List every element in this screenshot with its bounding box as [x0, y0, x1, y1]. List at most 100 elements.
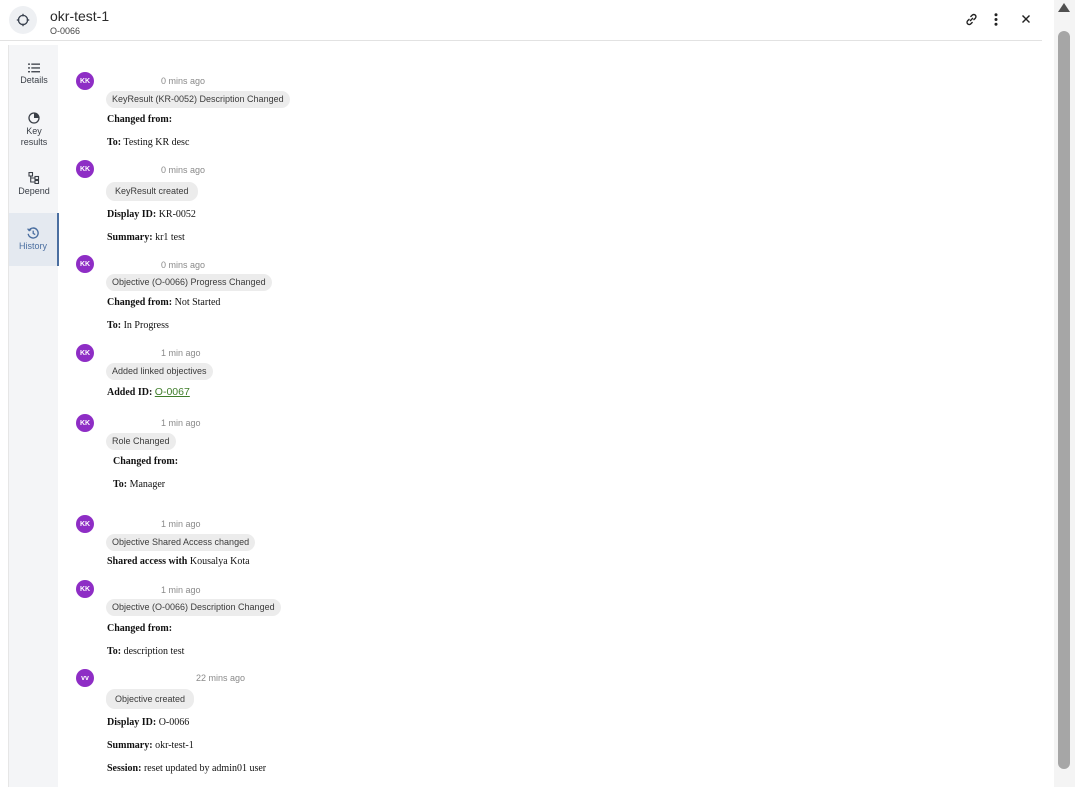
- detail-value: O-0066: [158, 717, 190, 728]
- sidebar-item-label: Depend: [18, 186, 50, 196]
- detail-value: Testing KR desc: [123, 137, 190, 148]
- detail-line: Session: reset updated by admin01 user: [107, 763, 266, 774]
- detail-label: Summary:: [107, 740, 153, 751]
- detail-value: reset updated by admin01 user: [143, 763, 267, 774]
- detail-line: Added ID: O-0067: [107, 386, 190, 398]
- detail-label: Summary:: [107, 232, 153, 243]
- object-id: O-0066: [50, 26, 81, 36]
- sidebar-item-label: History: [18, 241, 47, 251]
- detail-label: Session:: [107, 763, 142, 774]
- timestamp: 0 mins ago: [161, 165, 206, 175]
- event-tag: Objective (O-0066) Progress Changed: [106, 274, 272, 291]
- timestamp: 22 mins ago: [196, 673, 246, 683]
- avatar: KK: [76, 160, 94, 178]
- timestamp: 0 mins ago: [161, 260, 206, 270]
- avatar: KK: [76, 414, 94, 432]
- detail-label: Changed from:: [107, 114, 173, 125]
- history-icon: [27, 227, 39, 239]
- detail-line: To: In Progress: [107, 320, 169, 331]
- history-entry: KK 1 min ago Objective (O-0066) Descript…: [76, 580, 676, 660]
- detail-label: Display ID:: [107, 717, 157, 728]
- detail-value: KR-0052: [158, 209, 196, 220]
- detail-line: Changed from: Not Started: [107, 297, 220, 308]
- scroll-up-arrow-icon[interactable]: [1058, 3, 1070, 12]
- event-tag: Objective created: [106, 689, 195, 709]
- detail-label: Display ID:: [107, 209, 157, 220]
- detail-label: Changed from:: [107, 297, 173, 308]
- close-icon: [1022, 15, 1030, 23]
- detail-line: Changed from:: [113, 456, 178, 467]
- detail-label: To:: [113, 479, 128, 490]
- detail-line: To: description test: [107, 646, 184, 657]
- timestamp: 1 min ago: [161, 519, 201, 529]
- scrollbar-thumb[interactable]: [1058, 31, 1070, 769]
- sidebar-item-key-results[interactable]: Key results: [9, 112, 59, 152]
- sidebar: Details Key results Depend History: [8, 45, 59, 787]
- detail-label: To:: [107, 646, 122, 657]
- detail-line: To: Testing KR desc: [107, 137, 189, 148]
- sidebar-item-depend[interactable]: Depend: [9, 172, 59, 202]
- pie-chart-icon: [28, 112, 40, 124]
- avatar: KK: [76, 344, 94, 362]
- close-button[interactable]: [1016, 9, 1036, 29]
- detail-label: Shared access with: [107, 556, 188, 567]
- event-tag: KeyResult (KR-0052) Description Changed: [106, 91, 290, 108]
- history-entry: KK 1 min ago Role Changed Changed from: …: [76, 414, 676, 494]
- drawer-header: okr-test-1 O-0066: [0, 0, 1042, 41]
- avatar: KK: [76, 580, 94, 598]
- list-icon: [28, 63, 40, 73]
- detail-line: Summary: kr1 test: [107, 232, 185, 243]
- detail-label: Changed from:: [113, 456, 179, 467]
- sidebar-item-details[interactable]: Details: [9, 63, 59, 93]
- detail-value: description test: [123, 646, 185, 657]
- timestamp: 1 min ago: [161, 585, 201, 595]
- dependency-icon: [28, 172, 40, 184]
- detail-line: Summary: okr-test-1: [107, 740, 194, 751]
- history-entry: KK 0 mins ago KeyResult created Display …: [76, 160, 676, 245]
- more-options-button[interactable]: [986, 9, 1006, 29]
- sidebar-item-history[interactable]: History: [9, 213, 59, 266]
- detail-line: Changed from:: [107, 623, 172, 634]
- avatar: KK: [76, 515, 94, 533]
- detail-line: Shared access with Kousalya Kota: [107, 556, 250, 567]
- target-icon: [9, 6, 37, 34]
- detail-value: In Progress: [123, 320, 169, 331]
- copy-link-button[interactable]: [961, 9, 981, 29]
- detail-label: To:: [107, 320, 122, 331]
- detail-line: Changed from:: [107, 114, 172, 125]
- avatar: KK: [76, 72, 94, 90]
- avatar: vv: [76, 669, 94, 687]
- link-icon: [965, 13, 977, 25]
- history-entry: KK 1 min ago Added linked objectives Add…: [76, 344, 676, 404]
- detail-value: okr-test-1: [155, 740, 194, 751]
- detail-value: Kousalya Kota: [189, 556, 250, 567]
- history-entry: KK 0 mins ago KeyResult (KR-0052) Descri…: [76, 72, 676, 152]
- detail-line: Display ID: KR-0052: [107, 209, 196, 220]
- sidebar-item-label: Key: [26, 126, 42, 136]
- history-entry: KK 0 mins ago Objective (O-0066) Progres…: [76, 255, 676, 335]
- timestamp: 1 min ago: [161, 348, 201, 358]
- event-tag: Objective (O-0066) Description Changed: [106, 599, 281, 616]
- history-entry: vv 22 mins ago Objective created Display…: [76, 669, 676, 779]
- detail-line: Display ID: O-0066: [107, 717, 189, 728]
- event-tag: Role Changed: [106, 433, 176, 450]
- sidebar-item-label: results: [20, 137, 48, 147]
- detail-value: kr1 test: [155, 232, 185, 243]
- event-tag: Objective Shared Access changed: [106, 534, 256, 551]
- detail-label: To:: [107, 137, 122, 148]
- sidebar-item-label: Details: [20, 75, 48, 85]
- history-entry: KK 1 min ago Objective Shared Access cha…: [76, 515, 676, 575]
- detail-label: Added ID:: [107, 387, 153, 398]
- detail-label: Changed from:: [107, 623, 173, 634]
- page-title: okr-test-1: [50, 8, 110, 24]
- more-vertical-icon: [994, 12, 998, 26]
- event-tag: KeyResult created: [106, 182, 198, 201]
- event-tag: Added linked objectives: [106, 363, 213, 380]
- timestamp: 0 mins ago: [161, 76, 206, 86]
- linked-objective-link[interactable]: O-0067: [155, 386, 190, 398]
- detail-value: Not Started: [174, 297, 221, 308]
- detail-value: Manager: [129, 479, 166, 490]
- detail-line: To: Manager: [113, 479, 165, 490]
- avatar: KK: [76, 255, 94, 273]
- timestamp: 1 min ago: [161, 418, 201, 428]
